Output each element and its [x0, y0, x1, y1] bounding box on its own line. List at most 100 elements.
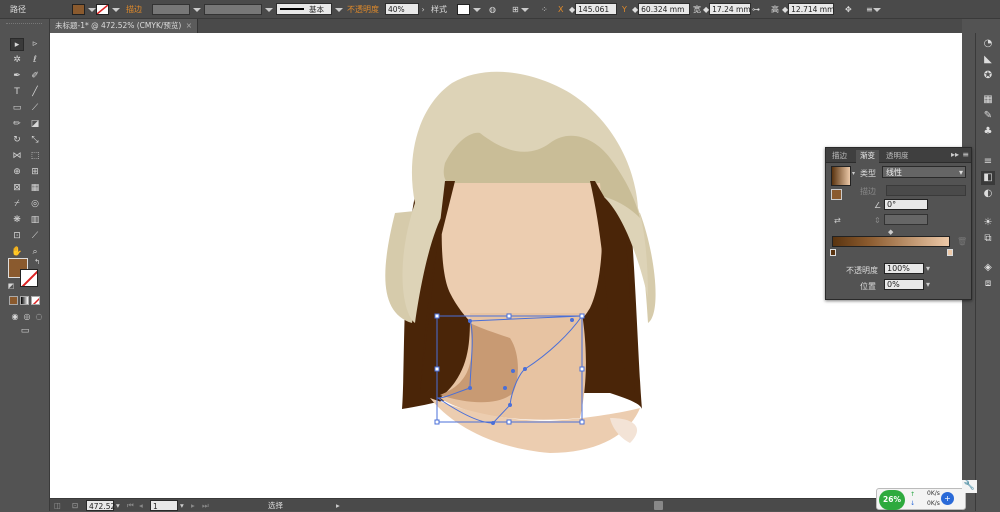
eyedropper-tool-icon[interactable]: ⌿ [10, 198, 24, 211]
width-tool-icon[interactable]: ⋈ [10, 150, 24, 163]
brush-definition[interactable]: 基本 [276, 3, 343, 16]
opacity-dropdown-icon[interactable]: ▾ [926, 264, 930, 273]
w-field[interactable]: ◆ 17.24 mm [703, 3, 752, 16]
appearance-icon[interactable]: ☀ [981, 216, 995, 230]
gradient-preview-swatch[interactable] [831, 166, 851, 186]
zoom-dropdown-icon[interactable]: ▾ [116, 500, 120, 511]
draw-inside-icon[interactable]: ◌ [32, 310, 46, 323]
status-arrow-icon[interactable]: ▸ [336, 500, 340, 511]
transform-icon[interactable]: ✥ [845, 3, 852, 16]
stroke-gradient-buttons[interactable] [886, 185, 966, 196]
pen-tool-icon[interactable]: ✒ [10, 70, 24, 83]
layers-icon[interactable]: ◈ [981, 261, 995, 275]
anchor-point[interactable] [523, 367, 527, 371]
anchor-point[interactable] [491, 421, 495, 425]
opacity-label[interactable]: 不透明度 [347, 3, 379, 16]
bbox-handle-mr[interactable] [579, 366, 585, 372]
bbox-handle-tr[interactable] [579, 313, 585, 319]
layers-grid-icon[interactable]: ▦ [981, 93, 995, 107]
document-tab[interactable]: 未标题-1* @ 472.52% (CMYK/预览) × [50, 19, 198, 33]
zoom-field[interactable]: 472.52 [86, 500, 115, 511]
bbox-handle-ml[interactable] [434, 366, 440, 372]
panel-menu-icon[interactable]: ≡ [962, 150, 969, 159]
constrain-link-icon[interactable]: ⊶ [752, 3, 760, 16]
artboards-icon[interactable]: ⧈ [981, 277, 995, 291]
gradient-stop-right[interactable] [947, 249, 953, 256]
magic-wand-tool-icon[interactable]: ✲ [10, 54, 24, 67]
mesh-tool-icon[interactable]: ⊠ [10, 182, 24, 195]
angle-field[interactable]: 0° [884, 199, 928, 210]
y-field[interactable]: ◆ 60.324 mm [632, 3, 691, 16]
transform-reference-icon[interactable]: ⁘ [541, 3, 548, 16]
panel-collapse-icon[interactable]: ▸▸ [951, 150, 959, 159]
color-mode-button[interactable] [9, 296, 18, 305]
style-swatch[interactable] [457, 3, 481, 16]
stroke-swatch[interactable] [20, 269, 38, 287]
perspective-grid-tool-icon[interactable]: ⊞ [28, 166, 42, 179]
shape-builder-tool-icon[interactable]: ⊕ [10, 166, 24, 179]
bbox-handle-bl[interactable] [434, 419, 440, 425]
location-field[interactable]: 0% [884, 279, 924, 290]
slice-tool-icon[interactable]: ⟋ [28, 230, 42, 243]
bbox-handle-tl[interactable] [434, 313, 440, 319]
prev-artboard-icon[interactable]: ◂ [139, 500, 143, 511]
scale-tool-icon[interactable]: ⤡ [28, 134, 42, 147]
line-tool-icon[interactable]: ╱ [28, 86, 42, 99]
type-tool-icon[interactable]: T [10, 86, 24, 99]
paintbrush-tool-icon[interactable]: ⟋ [28, 102, 42, 115]
align-icon[interactable]: ⊞ [512, 3, 530, 16]
free-transform-tool-icon[interactable]: ⬚ [28, 150, 42, 163]
tab-stroke[interactable]: 描边 [828, 150, 851, 163]
rectangle-tool-icon[interactable]: ▭ [10, 102, 24, 115]
artboard-number-field[interactable]: 1 [150, 500, 178, 511]
aspect-field[interactable] [884, 214, 928, 225]
gradient-mode-button[interactable] [20, 296, 29, 305]
gradient-tool-icon[interactable]: ▦ [28, 182, 42, 195]
stroke-label[interactable]: 描边 [126, 3, 142, 16]
rotate-tool-icon[interactable]: ↻ [10, 134, 24, 147]
gradient-slider[interactable] [832, 236, 950, 247]
none-mode-button[interactable] [31, 296, 40, 305]
close-icon[interactable]: × [186, 19, 192, 33]
opacity-field[interactable]: 40% › [385, 3, 425, 16]
tab-transparency[interactable]: 透明度 [882, 150, 913, 163]
graphic-styles-icon[interactable]: ⧉ [981, 232, 995, 246]
delete-stop-icon[interactable]: 🗑 [957, 237, 967, 246]
zoom-lock-icon[interactable]: ⊡ [72, 500, 78, 511]
eraser-tool-icon[interactable]: ◪ [28, 118, 42, 131]
artboard-tool-icon[interactable]: ⊡ [10, 230, 24, 243]
gradient-icon[interactable]: ◧ [981, 171, 995, 185]
type-select[interactable]: 线性 ▾ [882, 166, 966, 178]
horizontal-scrollbar-thumb[interactable] [654, 501, 663, 510]
opacity-field[interactable]: 100% [884, 263, 924, 274]
last-artboard-icon[interactable]: ⏭ [202, 500, 209, 511]
anchor-point[interactable] [503, 386, 507, 390]
default-colors-icon[interactable]: ◩ [4, 280, 18, 293]
anchor-point[interactable] [468, 319, 472, 323]
color-guide-icon[interactable]: ◔ [981, 37, 995, 51]
selection-tool-icon[interactable]: ▸ [10, 38, 24, 51]
direct-selection-tool-icon[interactable]: ▹ [28, 38, 42, 51]
color-themes-icon[interactable]: ✪ [981, 69, 995, 83]
transparency-icon[interactable]: ◐ [981, 187, 995, 201]
stroke-icon[interactable]: ≡ [981, 155, 995, 169]
symbols-icon[interactable]: ♣ [981, 125, 995, 139]
next-artboard-icon[interactable]: ▸ [191, 500, 195, 511]
variable-width-profile[interactable] [204, 3, 273, 16]
stroke-color-swatch[interactable] [96, 3, 120, 16]
anchor-point[interactable] [508, 403, 512, 407]
swatches-icon[interactable]: ◣ [981, 53, 995, 67]
fill-color-swatch[interactable] [72, 3, 96, 16]
anchor-point[interactable] [511, 369, 515, 373]
location-dropdown-icon[interactable]: ▾ [926, 280, 930, 289]
bbox-handle-bm[interactable] [506, 419, 512, 425]
tab-gradient[interactable]: 渐变 [856, 150, 879, 163]
first-artboard-icon[interactable]: ⏮ [127, 500, 134, 511]
reverse-gradient-icon[interactable]: ⇄ [834, 216, 841, 225]
bbox-handle-br[interactable] [579, 419, 585, 425]
brushes-icon[interactable]: ✎ [981, 109, 995, 123]
symbol-sprayer-tool-icon[interactable]: ❋ [10, 214, 24, 227]
panel-menu-icon[interactable]: ≡ [866, 3, 881, 16]
swap-fill-stroke-icon[interactable]: ↰ [30, 256, 44, 269]
screen-mode-icon[interactable]: ▭ [18, 325, 32, 338]
